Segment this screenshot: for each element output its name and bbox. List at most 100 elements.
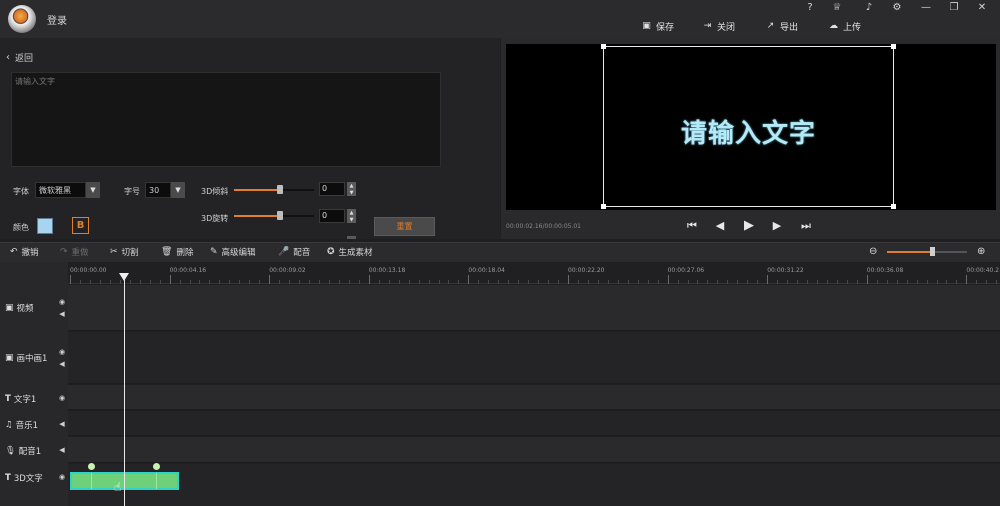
rotate-value-field[interactable]: 0 — [319, 209, 345, 223]
ruler-minor-tick — [338, 280, 340, 284]
export-button[interactable]: ↗ 导出 — [765, 19, 798, 33]
font-dropdown-icon[interactable]: ▼ — [86, 182, 100, 198]
speaker-icon[interactable]: ◀ — [57, 444, 67, 456]
video-icon: ▣ — [5, 303, 14, 313]
track-3d-text[interactable] — [68, 464, 1000, 506]
ruler-minor-tick — [657, 280, 659, 284]
track-label-pip: ▣ 画中画1 — [5, 352, 47, 364]
hand-cursor-icon: ☝ — [114, 480, 122, 494]
rotate-label: 3D旋转 — [201, 214, 229, 223]
minimize-icon[interactable]: — — [917, 2, 935, 16]
color-swatch[interactable] — [37, 218, 53, 234]
resize-handle[interactable] — [891, 44, 896, 49]
size-select[interactable]: 30 — [145, 182, 171, 198]
keyframe-handle[interactable] — [88, 463, 95, 470]
track-music[interactable] — [68, 411, 1000, 436]
eye-icon[interactable]: ◉ — [57, 296, 67, 308]
tilt-slider[interactable] — [234, 189, 314, 191]
ruler-minor-tick — [956, 280, 958, 284]
cut-label: 切割 — [121, 248, 139, 258]
resize-handle[interactable] — [891, 204, 896, 209]
upload-icon: ☁ — [829, 20, 838, 31]
track-dub[interactable] — [68, 437, 1000, 463]
step-forward-icon[interactable]: ▶ — [770, 219, 784, 233]
speaker-icon[interactable]: ◀ — [57, 358, 67, 370]
up-icon[interactable]: ▲ — [350, 183, 354, 189]
skip-back-icon[interactable]: ⏮ — [685, 219, 699, 233]
step-back-icon[interactable]: ◀ — [713, 219, 727, 233]
track-controls[interactable]: ◉ ◀ — [57, 296, 67, 320]
eye-icon[interactable]: ◉ — [57, 346, 67, 358]
bold-button[interactable]: B — [72, 217, 89, 234]
tilt-stepper[interactable]: ▲ ▼ — [347, 182, 356, 196]
down-icon[interactable]: ▼ — [350, 217, 354, 223]
cut-button[interactable]: ✂ 切割 — [110, 246, 139, 258]
dub-button[interactable]: 🎤 配音 — [278, 246, 310, 258]
tilt-slider-handle[interactable] — [277, 185, 284, 194]
keyframe-handle[interactable] — [153, 463, 160, 470]
track-text[interactable] — [68, 385, 1000, 410]
window-close-icon[interactable]: ✕ — [973, 2, 991, 16]
rotate-slider-handle[interactable] — [277, 211, 284, 220]
close-button[interactable]: ⇥ 关闭 — [702, 19, 735, 33]
resize-handle[interactable] — [601, 204, 606, 209]
skip-forward-icon[interactable]: ⏭ — [799, 219, 813, 233]
undo-icon: ↶ — [10, 247, 18, 257]
chevron-left-icon: ‹ — [6, 52, 10, 63]
time-ruler[interactable] — [68, 262, 1000, 284]
eye-icon[interactable]: ◉ — [57, 471, 67, 483]
zoom-out-icon[interactable]: ⊖ — [869, 246, 877, 257]
font-select[interactable]: 微软雅黑 — [35, 182, 86, 198]
zoom-slider-handle[interactable] — [930, 247, 936, 256]
advanced-edit-button[interactable]: ✎ 高级编辑 — [210, 246, 256, 258]
playhead-line[interactable] — [124, 276, 125, 506]
timecode: 00:00:02.16/00:00:05.01 — [506, 223, 581, 230]
play-icon[interactable]: ▶ — [742, 219, 756, 233]
track-video[interactable] — [68, 285, 1000, 331]
notification-icon[interactable]: ♪ — [860, 2, 878, 16]
ruler-minor-tick — [279, 280, 281, 284]
redo-button[interactable]: ↷ 重做 — [60, 246, 89, 258]
playhead-marker[interactable] — [119, 273, 129, 281]
undo-button[interactable]: ↶ 撤销 — [10, 246, 39, 258]
down-icon[interactable]: ▼ — [350, 190, 354, 196]
crown-icon[interactable]: ♕ — [828, 2, 846, 16]
ruler-minor-tick — [727, 280, 729, 284]
up-icon[interactable]: ▲ — [350, 210, 354, 216]
ruler-minor-tick — [348, 280, 350, 284]
ruler-tick-label: 00:00:04.16 — [169, 267, 207, 274]
help-icon[interactable]: ? — [801, 2, 819, 16]
music-icon: ♫ — [5, 420, 13, 430]
rotate-stepper[interactable]: ▲ ▼ — [347, 209, 356, 223]
ruler-minor-tick — [528, 280, 530, 284]
ruler-minor-tick — [647, 280, 649, 284]
text-input[interactable] — [11, 72, 441, 167]
login-link[interactable]: 登录 — [47, 12, 67, 27]
ruler-minor-tick — [328, 280, 330, 284]
save-button[interactable]: ▣ 保存 — [641, 19, 674, 33]
tilt-value-field[interactable]: 0 — [319, 182, 345, 196]
restore-icon[interactable]: ❐ — [945, 2, 963, 16]
track-pip[interactable] — [68, 332, 1000, 384]
settings-icon[interactable]: ⚙ — [888, 2, 906, 16]
speaker-icon[interactable]: ◀ — [57, 418, 67, 430]
resize-handle[interactable] — [601, 44, 606, 49]
ruler-minor-tick — [886, 280, 888, 284]
generate-button[interactable]: ✪ 生成素材 — [327, 246, 373, 258]
eye-icon[interactable]: ◉ — [57, 392, 67, 404]
size-dropdown-icon[interactable]: ▼ — [171, 182, 185, 198]
rotate-slider[interactable] — [234, 215, 314, 217]
zoom-in-icon[interactable]: ⊕ — [977, 246, 985, 257]
reset-button[interactable]: 重置 — [374, 217, 435, 236]
upload-button[interactable]: ☁ 上传 — [828, 19, 861, 33]
track-controls[interactable]: ◉ ◀ — [57, 346, 67, 370]
ruler-minor-tick — [418, 280, 420, 284]
delete-button[interactable]: 🗑 删除 — [161, 246, 193, 258]
ruler-minor-tick — [637, 280, 639, 284]
ruler-tick-label: 00:00:31.22 — [767, 267, 804, 274]
zoom-slider-fill — [887, 251, 934, 253]
size-label: 字号 — [124, 187, 140, 196]
speaker-icon[interactable]: ◀ — [57, 308, 67, 320]
back-button[interactable]: ‹ 返回 — [6, 51, 33, 64]
ruler-tick-label: 00:00:40.2 — [966, 267, 1000, 274]
